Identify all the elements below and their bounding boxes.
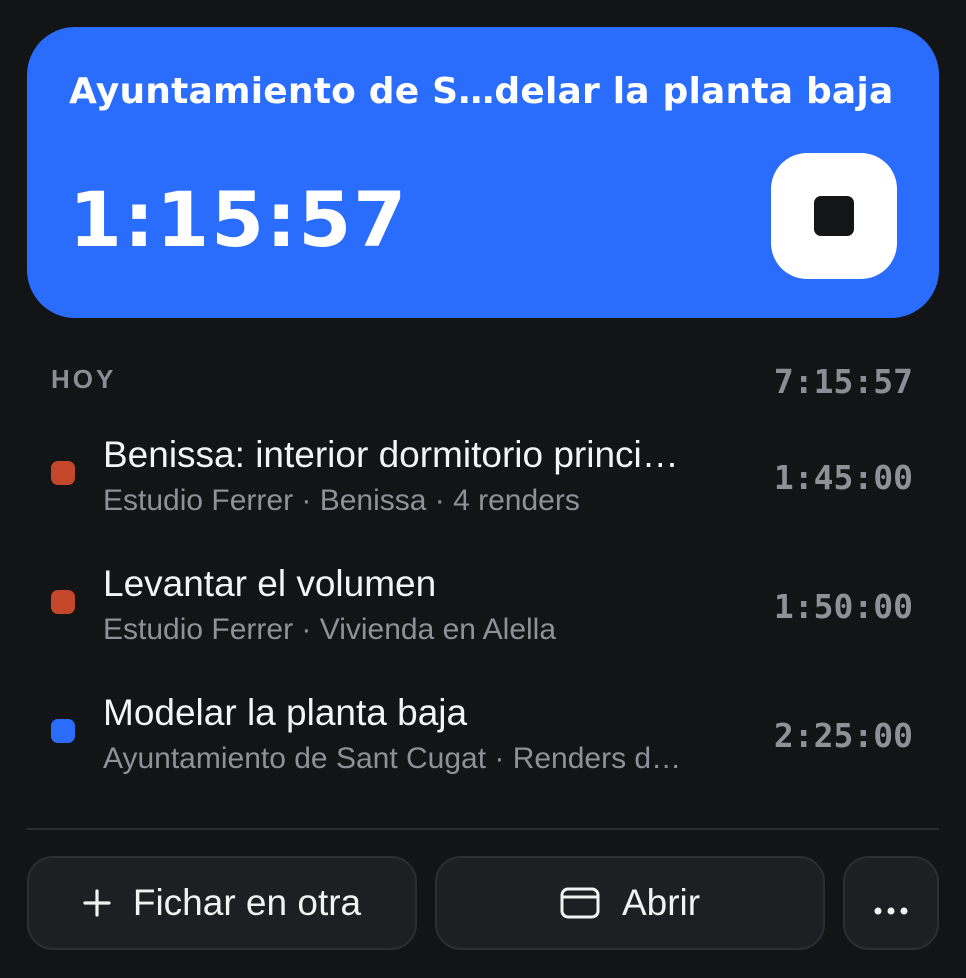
time-entry[interactable]: Modelar la planta baja Ayuntamiento de S… [0,676,966,776]
time-entry-title: Benissa: interior dormitorio princi… [103,434,679,475]
open-app-label: Abrir [621,882,701,923]
start-new-timer-button[interactable]: Fichar en otra [27,856,417,950]
project-color-dot [51,461,75,485]
divider [27,828,939,830]
window-icon [560,887,600,919]
time-entry-meta: Estudio Ferrer · Vivienda en Alella [103,613,557,646]
ellipsis-icon [874,882,908,924]
time-entry-title: Modelar la planta baja [103,692,468,733]
time-entry-title: Levantar el volumen [103,563,437,604]
project-color-dot [51,590,75,614]
section-label: HOY [51,364,117,394]
time-entry-duration: 2:25:00 [773,716,913,755]
open-app-button[interactable]: Abrir [435,856,825,950]
project-color-dot [51,719,75,743]
time-entry-duration: 1:50:00 [773,587,913,626]
plus-icon [83,889,111,917]
today-section-header: HOY 7:15:57 [51,362,913,401]
time-entry-meta: Estudio Ferrer · Benissa · 4 renders [103,484,580,517]
stop-icon [814,196,854,236]
time-entry-meta: Ayuntamiento de Sant Cugat · Renders d… [103,742,682,775]
section-total-time: 7:15:57 [773,362,913,401]
start-new-timer-label: Fichar en otra [132,882,362,923]
time-entry[interactable]: Benissa: interior dormitorio princi… Est… [0,418,966,518]
stop-timer-button[interactable] [771,153,897,279]
active-timer-elapsed: 1:15:57 [69,175,409,264]
more-options-button[interactable] [843,856,939,950]
active-timer-card: Ayuntamiento de S…delar la planta baja 1… [27,27,939,318]
time-entry-duration: 1:45:00 [773,458,913,497]
active-timer-title: Ayuntamiento de S…delar la planta baja [69,71,894,112]
time-entry[interactable]: Levantar el volumen Estudio Ferrer · Viv… [0,547,966,647]
